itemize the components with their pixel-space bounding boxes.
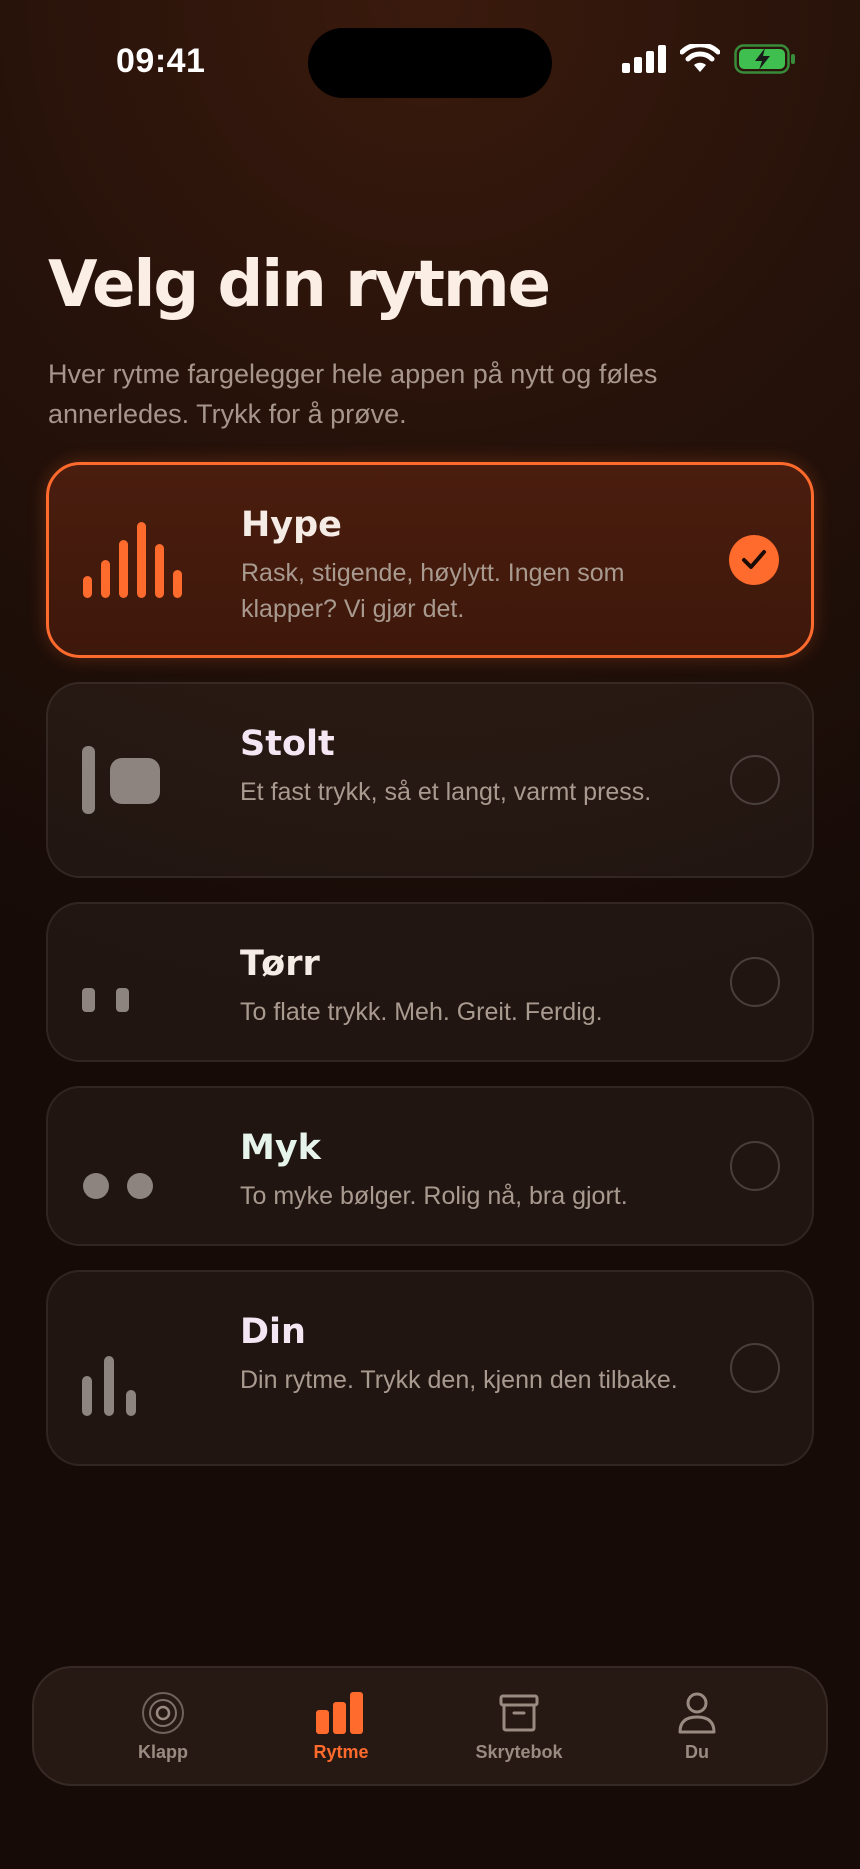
rhythm-description: To flate trykk. Meh. Greit. Ferdig. bbox=[240, 998, 603, 1026]
page-subtitle: Hver rytme fargelegger hele appen på nyt… bbox=[48, 359, 658, 429]
radio-unchecked[interactable] bbox=[730, 1343, 780, 1393]
tab-skrytebok[interactable]: Skrytebok bbox=[444, 1690, 594, 1763]
radio-unchecked[interactable] bbox=[730, 755, 780, 805]
rhythm-description: To myke bølger. Rolig nå, bra gjort. bbox=[240, 1182, 628, 1210]
tab-label: Rytme bbox=[313, 1741, 369, 1762]
bars-icon bbox=[316, 1691, 363, 1734]
rhythm-name: Stolt bbox=[240, 724, 335, 764]
archive-box-icon bbox=[499, 1694, 539, 1731]
wifi-icon bbox=[680, 44, 720, 72]
rhythm-description: Et fast trykk, så et langt, varmt press. bbox=[240, 778, 652, 806]
two-soft-waves-icon bbox=[83, 1173, 153, 1199]
battery-charging-icon bbox=[734, 44, 795, 74]
rising-bars-icon bbox=[83, 522, 182, 598]
rhythm-name: Hype bbox=[241, 505, 342, 545]
tab-label: Klapp bbox=[137, 1741, 188, 1762]
custom-bars-icon bbox=[82, 1356, 136, 1416]
page-title: Velg din rytme bbox=[48, 248, 551, 322]
rhythm-name: Myk bbox=[240, 1128, 321, 1168]
tab-label: Du bbox=[685, 1741, 709, 1762]
tab-du[interactable]: Du bbox=[622, 1690, 772, 1763]
tab-bar: Klapp Rytme Skrytebok Du bbox=[32, 1666, 828, 1786]
tab-klapp[interactable]: Klapp bbox=[88, 1690, 238, 1763]
rhythm-card-hype[interactable]: Hype Rask, stigende, høylytt. Ingen som … bbox=[46, 462, 814, 658]
tap-press-icon bbox=[82, 746, 160, 814]
person-icon bbox=[678, 1692, 716, 1733]
rhythm-name: Tørr bbox=[240, 944, 320, 984]
rhythm-description: Din rytme. Trykk den, kjenn den tilbake. bbox=[240, 1366, 678, 1394]
status-icons bbox=[622, 44, 796, 74]
tab-label: Skrytebok bbox=[475, 1741, 563, 1762]
checkmark-icon bbox=[742, 550, 766, 569]
tab-rytme[interactable]: Rytme bbox=[266, 1690, 416, 1763]
rhythm-card-myk[interactable]: Myk To myke bølger. Rolig nå, bra gjort. bbox=[46, 1086, 814, 1246]
rhythm-card-stolt[interactable]: Stolt Et fast trykk, så et langt, varmt … bbox=[46, 682, 814, 878]
two-flat-taps-icon bbox=[82, 988, 129, 1012]
rhythm-card-din[interactable]: Din Din rytme. Trykk den, kjenn den tilb… bbox=[46, 1270, 814, 1466]
cellular-signal-icon bbox=[622, 45, 666, 73]
rhythm-description: Rask, stigende, høylytt. Ingen som klapp… bbox=[241, 559, 625, 623]
dynamic-island bbox=[308, 28, 552, 98]
rhythm-name: Din bbox=[240, 1312, 306, 1352]
radio-unchecked[interactable] bbox=[730, 957, 780, 1007]
radio-unchecked[interactable] bbox=[730, 1141, 780, 1191]
rhythm-card-torr[interactable]: Tørr To flate trykk. Meh. Greit. Ferdig. bbox=[46, 902, 814, 1062]
ripple-icon bbox=[142, 1691, 184, 1734]
status-bar: 09:41 bbox=[0, 0, 860, 120]
radio-checked[interactable] bbox=[729, 535, 779, 585]
status-time: 09:41 bbox=[116, 42, 206, 80]
